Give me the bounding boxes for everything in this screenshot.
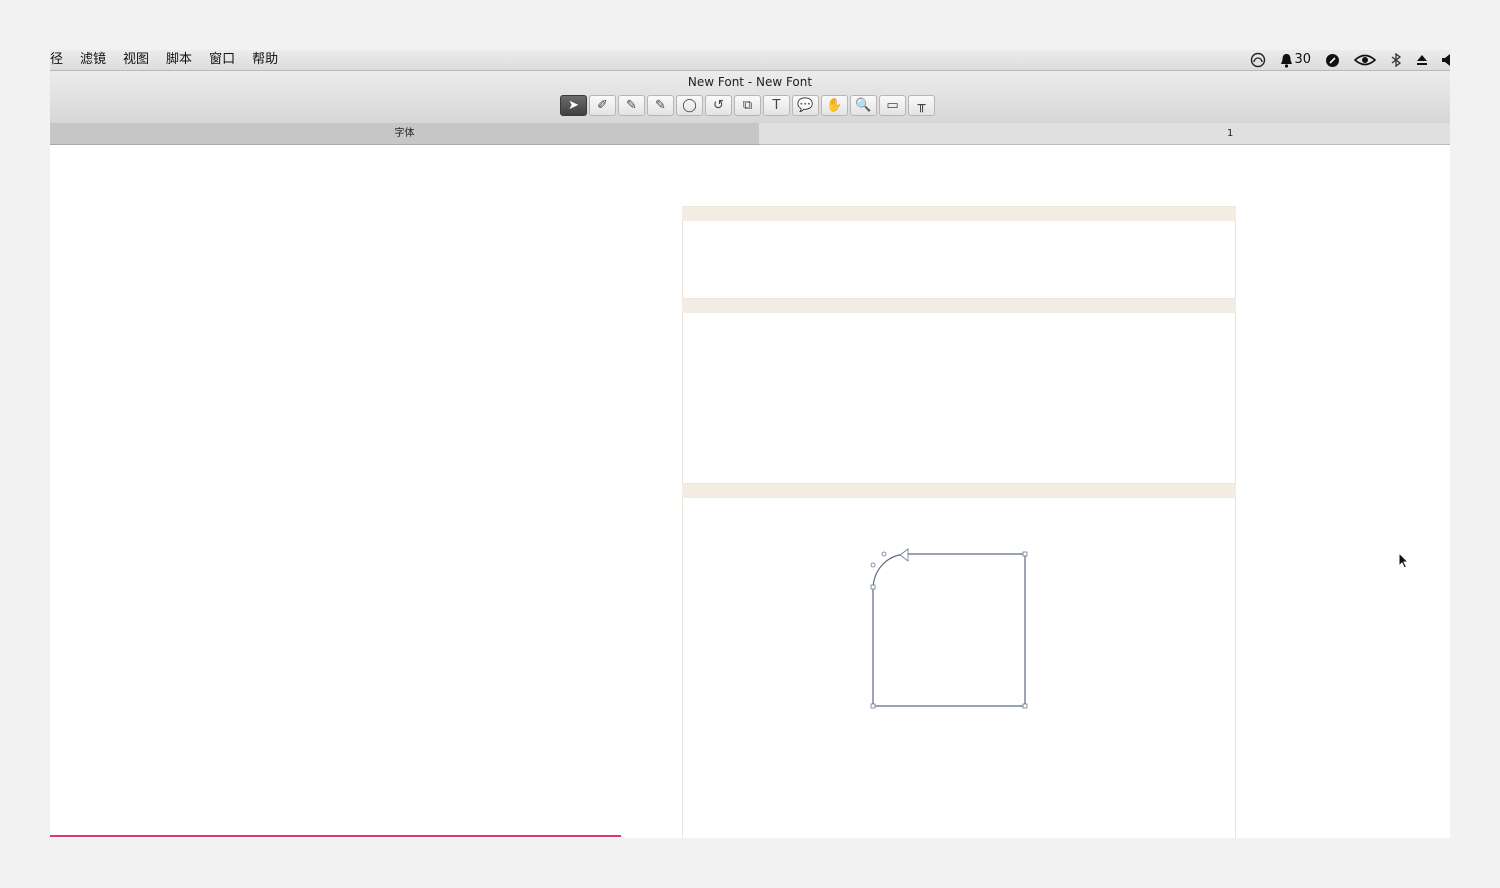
measure-tool-icon: ╥ <box>917 98 926 113</box>
anchor-point[interactable] <box>870 584 876 590</box>
ruler-tool-icon: ▭ <box>886 98 899 113</box>
anchor-point[interactable] <box>870 703 876 709</box>
zoom-tool-icon: 🔍 <box>855 98 872 113</box>
speech-bubble-tool-icon: 💬 <box>797 98 814 113</box>
menu-view[interactable]: 视图 <box>123 52 149 68</box>
evernote-icon[interactable] <box>1325 53 1340 68</box>
bluetooth-icon[interactable] <box>1390 53 1402 67</box>
notification-count: 30 <box>1294 52 1311 67</box>
nvidia-icon[interactable] <box>1354 53 1376 67</box>
app-screen: 径 滤镜 视图 脚本 窗口 帮助 30 New Font - New Font … <box>50 50 1450 838</box>
menu-help[interactable]: 帮助 <box>252 52 278 68</box>
pencil-tool-button[interactable]: ✎ <box>618 95 645 116</box>
anchor-point[interactable] <box>1022 703 1028 709</box>
ellipse-tool-icon: ◯ <box>682 98 697 113</box>
eject-icon[interactable] <box>1416 54 1428 66</box>
scale-tool-icon: ⧉ <box>742 98 753 113</box>
text-tool-icon: T <box>772 98 781 113</box>
pencil-tool-icon: ✎ <box>626 98 637 113</box>
qq-bell-icon[interactable]: 30 <box>1280 51 1311 69</box>
menu-bar: 径 滤镜 视图 脚本 窗口 帮助 30 <box>50 50 1450 71</box>
volume-icon[interactable] <box>1442 54 1450 66</box>
menu-filters[interactable]: 滤镜 <box>80 52 106 68</box>
brush-tool-icon: ✎ <box>655 98 666 113</box>
font-panel-header: 字体 <box>50 123 759 145</box>
rotate-tool-icon: ↺ <box>713 98 724 113</box>
pointer-tool-button[interactable]: ➤ <box>560 95 587 116</box>
menu-left-group: 径 滤镜 视图 脚本 窗口 帮助 <box>50 52 295 68</box>
anchor-point[interactable] <box>1022 551 1028 557</box>
pointer-tool-icon: ➤ <box>568 98 579 113</box>
glyph-edit-canvas[interactable] <box>682 206 1237 838</box>
glyph-contour[interactable] <box>872 553 1026 707</box>
scale-tool-button[interactable]: ⧉ <box>734 95 761 116</box>
glyph-outline-layer <box>870 548 1028 709</box>
window-title: New Font - New Font <box>687 75 813 89</box>
menu-path[interactable]: 径 <box>50 52 63 68</box>
text-tool-button[interactable]: T <box>763 95 790 116</box>
menu-script[interactable]: 脚本 <box>166 52 192 68</box>
glyph-panel-header: 1 <box>759 123 1450 145</box>
zoom-tool-button[interactable]: 🔍 <box>850 95 877 116</box>
rotate-tool-button[interactable]: ↺ <box>705 95 732 116</box>
glyph-panel-label: 1 <box>1227 128 1234 139</box>
hand-tool-button[interactable]: ✋ <box>821 95 848 116</box>
brush-tool-button[interactable]: ✎ <box>647 95 674 116</box>
measure-tool-button[interactable]: ╥ <box>908 95 935 116</box>
status-area: 30 <box>1236 51 1450 69</box>
hand-tool-icon: ✋ <box>826 98 843 113</box>
window-titlebar: New Font - New Font ➤ ✐ ✎ ✎ ◯ ↺ ⧉ T 💬 ✋ 🔍 ▭ ╥ <box>50 71 1450 123</box>
ellipse-tool-button[interactable]: ◯ <box>676 95 703 116</box>
headphones-icon[interactable] <box>1250 52 1266 68</box>
tool-palette: ➤ ✐ ✎ ✎ ◯ ↺ ⧉ T 💬 ✋ 🔍 ▭ ╥ <box>560 95 937 116</box>
pen-nib-tool-icon: ✐ <box>597 98 608 113</box>
start-point-marker[interactable] <box>899 548 909 562</box>
font-panel-label: 字体 <box>394 128 415 139</box>
ruler-tool-button[interactable]: ▭ <box>879 95 906 116</box>
pen-nib-tool-button[interactable]: ✐ <box>589 95 616 116</box>
progress-indicator <box>50 835 621 837</box>
menu-window[interactable]: 窗口 <box>209 52 235 68</box>
control-handle[interactable] <box>870 562 876 568</box>
speech-bubble-tool-button[interactable]: 💬 <box>792 95 819 116</box>
control-handle[interactable] <box>881 551 887 557</box>
mouse-cursor-icon <box>1398 552 1410 569</box>
